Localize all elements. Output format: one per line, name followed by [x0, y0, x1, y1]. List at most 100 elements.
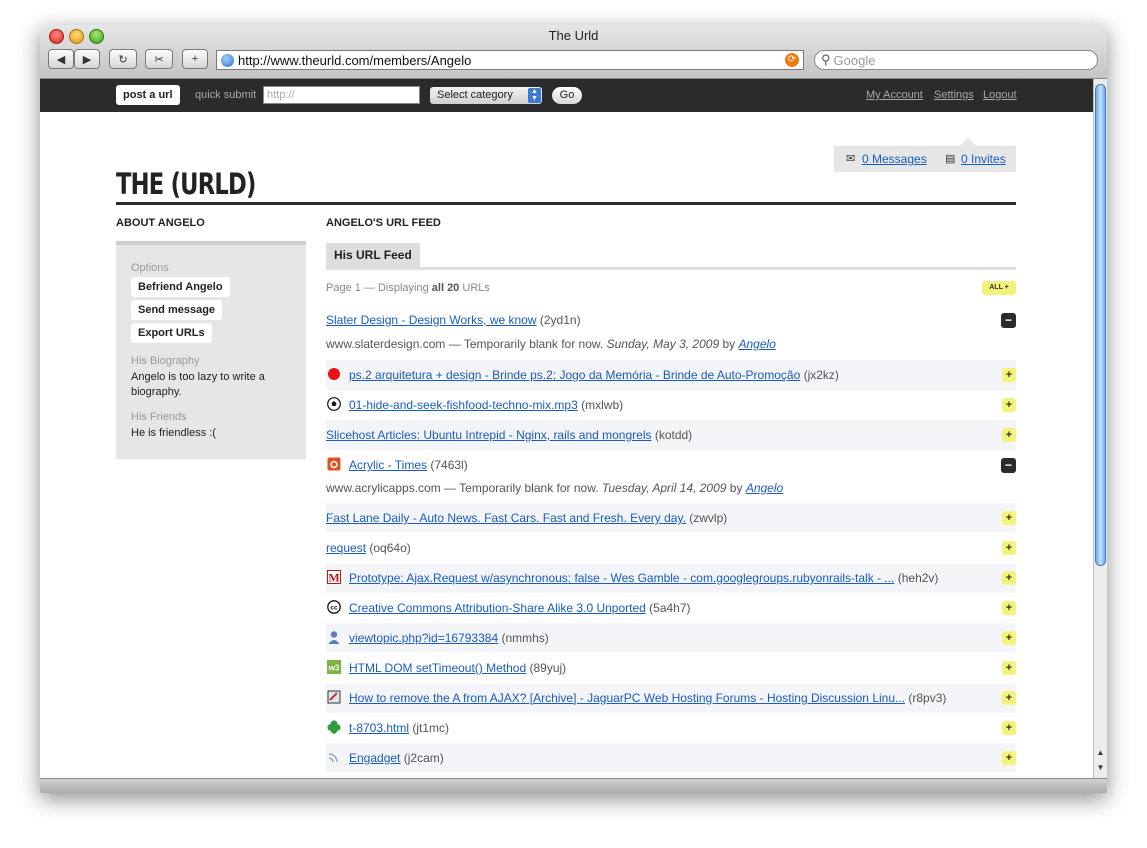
feed-link[interactable]: viewtopic.php?id=16793384: [349, 631, 498, 645]
feed-link[interactable]: How to remove the A from AJAX? [Archive]…: [349, 691, 905, 705]
feed-domain: www.slaterdesign.com: [326, 337, 446, 351]
vertical-scrollbar[interactable]: ▲ ▼: [1093, 79, 1107, 778]
w3-icon: w3: [327, 660, 341, 674]
snapback-button[interactable]: ✂: [145, 49, 173, 69]
messages-link[interactable]: 0 Messages: [862, 152, 927, 166]
page-info-count: all 20: [431, 282, 460, 294]
page-info-suffix: URLs: [459, 282, 490, 294]
logout-link[interactable]: Logout: [983, 89, 1017, 101]
feed-link[interactable]: Acrylic - Times: [349, 458, 427, 472]
cc-icon: cc: [327, 600, 341, 614]
address-bar[interactable]: http://www.theurld.com/members/Angelo ⟳: [216, 50, 804, 70]
svg-text:w3: w3: [328, 664, 340, 673]
invites-link[interactable]: 0 Invites: [961, 152, 1006, 166]
feed-row-label: Slicehost Articles: Ubuntu Intrepid - Ng…: [326, 428, 692, 442]
quick-submit-input[interactable]: http://: [263, 86, 420, 104]
expand-button[interactable]: +: [1002, 541, 1016, 555]
feed-link[interactable]: request: [326, 541, 366, 555]
feed-row-label: Prototype: Ajax.Request w/asynchronous: …: [349, 571, 938, 585]
expand-button[interactable]: +: [1002, 721, 1016, 735]
friends-text: He is friendless :(: [131, 427, 216, 439]
feed-code: (r8pv3): [908, 691, 947, 705]
expand-button[interactable]: +: [1002, 601, 1016, 615]
svg-text:cc: cc: [330, 605, 338, 612]
expand-button[interactable]: +: [1002, 368, 1016, 382]
back-button[interactable]: ◀: [48, 49, 74, 69]
expand-button[interactable]: +: [1002, 631, 1016, 645]
scroll-thumb[interactable]: [1095, 84, 1106, 566]
feed-code: (kotdd): [654, 428, 693, 442]
site-logo[interactable]: THE (URLD): [116, 167, 256, 201]
feed-link[interactable]: Fast Lane Daily - Auto News. Fast Cars. …: [326, 511, 686, 525]
feed-code: (jt1mc): [412, 721, 450, 735]
feed-description: www.acrylicapps.com — Temporarily blank …: [326, 481, 784, 495]
feed-row: Acrylic - Times (7463l) −: [326, 450, 1016, 480]
about-sidebar: Options Befriend Angelo Send message Exp…: [116, 241, 306, 459]
search-field[interactable]: ⚲ Google: [814, 50, 1098, 70]
export-urls-button[interactable]: Export URLs: [131, 323, 212, 343]
send-message-button[interactable]: Send message: [131, 300, 223, 320]
feed-row-label: HTML DOM setTimeout() Method (89yuj): [349, 661, 566, 675]
feed-row-label: t-8703.html (jt1mc): [349, 721, 449, 735]
expand-button[interactable]: +: [1002, 428, 1016, 442]
feed-link[interactable]: HTML DOM setTimeout() Method: [349, 661, 526, 675]
feed-link[interactable]: Slater Design - Design Works, we know: [326, 313, 537, 327]
biography-label: His Biography: [131, 355, 200, 367]
expand-button[interactable]: +: [1002, 571, 1016, 585]
expand-all-button[interactable]: ALL +: [982, 281, 1016, 295]
my-account-link[interactable]: My Account: [866, 89, 923, 101]
address-text: http://www.theurld.com/members/Angelo: [238, 52, 472, 68]
feed-link[interactable]: ps.2 arquitetura + design - Brinde ps.2:…: [349, 368, 800, 382]
expand-button[interactable]: +: [1002, 751, 1016, 765]
befriend-button[interactable]: Befriend Angelo: [131, 277, 230, 297]
add-bookmark-button[interactable]: +: [182, 49, 208, 69]
feed-row-label: Creative Commons Attribution-Share Alike…: [349, 601, 691, 615]
feed-link[interactable]: Prototype: Ajax.Request w/asynchronous: …: [349, 571, 894, 585]
feed-code: (oq64o): [369, 541, 411, 555]
feed-link[interactable]: Slicehost Articles: Ubuntu Intrepid - Ng…: [326, 428, 651, 442]
forum-icon: [327, 690, 341, 704]
feed-user-link[interactable]: Angelo: [739, 337, 776, 351]
category-select[interactable]: Select category ▲ ▼: [430, 87, 542, 104]
site-top-bar: post a url quick submit http:// Select c…: [40, 79, 1093, 112]
feed-link[interactable]: Engadget: [349, 751, 400, 765]
scroll-up-arrow-icon[interactable]: ▲: [1094, 746, 1107, 759]
feed-link[interactable]: t-8703.html: [349, 721, 409, 735]
expand-button[interactable]: +: [1002, 511, 1016, 525]
post-url-button[interactable]: post a url: [116, 85, 180, 105]
feed-date: Tuesday, April 14, 2009: [601, 481, 727, 495]
forward-button[interactable]: ▶: [74, 49, 100, 69]
feed-code: (mxlwb): [581, 398, 624, 412]
header-divider: [116, 202, 1016, 205]
expand-button[interactable]: +: [1002, 398, 1016, 412]
feed-code: (5a4h7): [649, 601, 691, 615]
feed-row-label: Fast Lane Daily - Auto News. Fast Cars. …: [326, 511, 727, 525]
feed-row: viewtopic.php?id=16793384 (nmmhs) +: [326, 623, 1016, 653]
feed-row-label: 01-hide-and-seek-fishfood-techno-mix.mp3…: [349, 398, 623, 412]
settings-link[interactable]: Settings: [934, 89, 974, 101]
select-arrows-icon: ▲ ▼: [528, 88, 541, 103]
tab-url-feed[interactable]: His URL Feed: [326, 243, 420, 267]
scroll-down-arrow-icon[interactable]: ▼: [1094, 761, 1107, 774]
feed-row-label: How to remove the A from AJAX? [Archive]…: [349, 691, 946, 705]
feed-date: Sunday, May 3, 2009: [606, 337, 720, 351]
feed-user-link[interactable]: Angelo: [746, 481, 783, 495]
expand-button[interactable]: +: [1002, 661, 1016, 675]
expand-button[interactable]: +: [1002, 691, 1016, 705]
collapse-button[interactable]: −: [1001, 458, 1016, 473]
feed-link[interactable]: 01-hide-and-seek-fishfood-techno-mix.mp3: [349, 398, 578, 412]
collapse-button[interactable]: −: [1001, 313, 1016, 328]
feed-row: cc Creative Commons Attribution-Share Al…: [326, 593, 1016, 623]
feed-code: (2yd1n): [539, 313, 581, 327]
rss-icon[interactable]: ⟳: [785, 53, 799, 67]
globe-icon: [221, 53, 234, 67]
window-title: The Urld: [548, 28, 599, 43]
feed-row: t-8703.html (jt1mc) +: [326, 713, 1016, 743]
go-button[interactable]: Go: [552, 87, 582, 104]
feed-row: How to remove the A from AJAX? [Archive]…: [326, 683, 1016, 713]
feed-link[interactable]: Creative Commons Attribution-Share Alike…: [349, 601, 646, 615]
back-arrow-icon: ◀: [56, 53, 66, 66]
feed-row-label: viewtopic.php?id=16793384 (nmmhs): [349, 631, 549, 645]
reload-button[interactable]: ↻: [109, 49, 137, 69]
feed-code: (nmmhs): [501, 631, 549, 645]
